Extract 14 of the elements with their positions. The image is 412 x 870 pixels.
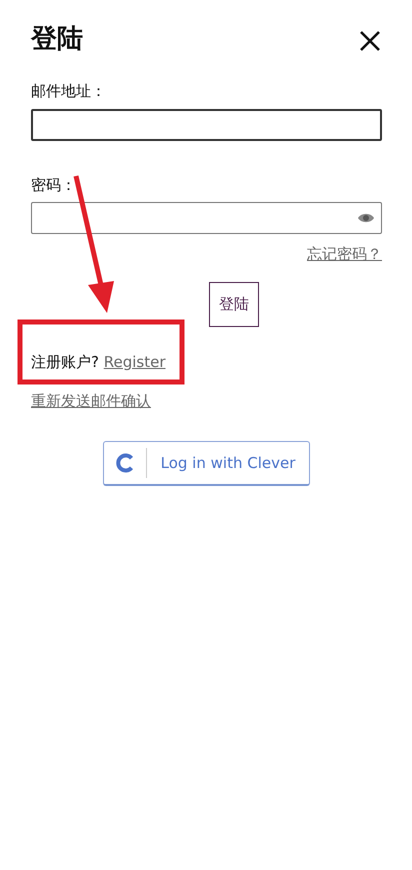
password-field[interactable] (31, 202, 382, 234)
resend-email-link[interactable]: 重新发送邮件确认 (31, 392, 151, 410)
register-prompt: 注册账户? (31, 352, 99, 371)
clever-login-button[interactable]: Log in with Clever (103, 441, 310, 486)
eye-icon[interactable] (357, 212, 375, 224)
page-title: 登陆 (31, 24, 83, 56)
register-link[interactable]: Register (104, 352, 166, 371)
close-icon[interactable] (358, 28, 382, 52)
field-label: 密码： (31, 174, 76, 196)
email-field[interactable] (31, 108, 382, 141)
login-button[interactable]: 登陆 (209, 282, 259, 327)
field-label: 邮件地址： (31, 81, 106, 102)
forgot-password-link[interactable]: 忘记密码？ (307, 245, 382, 264)
clever-logo-icon (115, 452, 135, 474)
